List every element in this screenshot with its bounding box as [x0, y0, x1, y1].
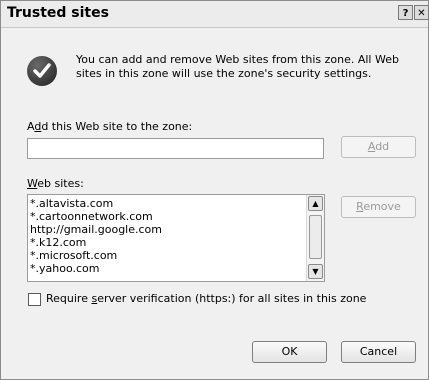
- websites-listbox[interactable]: *.altavista.com *.cartoonnetwork.com htt…: [27, 194, 325, 282]
- websites-label-mnemonic: W: [27, 177, 38, 190]
- websites-label-rest: eb sites:: [37, 177, 84, 190]
- add-button-rest: dd: [375, 140, 390, 153]
- websites-list: *.altavista.com *.cartoonnetwork.com htt…: [30, 197, 302, 275]
- cancel-button[interactable]: Cancel: [341, 341, 416, 363]
- chevron-up-icon: ▲: [312, 199, 319, 208]
- server-verification-label-rest: erver verification (https:) for all site…: [97, 292, 367, 305]
- scroll-down-button[interactable]: ▼: [308, 264, 323, 279]
- close-button[interactable]: ✕: [414, 5, 429, 20]
- list-item[interactable]: *.yahoo.com: [30, 262, 302, 275]
- list-item[interactable]: *.cartoonnetwork.com: [30, 210, 302, 223]
- trusted-sites-dialog: Trusted sites ? ✕ You can add and remove…: [0, 0, 429, 380]
- ok-button[interactable]: OK: [252, 341, 327, 363]
- add-site-label-rest: d this Web site to the zone:: [41, 120, 193, 133]
- server-verification-checkbox[interactable]: [28, 293, 41, 306]
- list-item[interactable]: *.microsoft.com: [30, 249, 302, 262]
- title-bar: Trusted sites ? ✕: [1, 1, 429, 28]
- dialog-title: Trusted sites: [7, 5, 109, 21]
- add-button[interactable]: Add: [341, 136, 416, 158]
- help-icon: ?: [402, 8, 409, 19]
- remove-button-rest: emove: [363, 200, 401, 213]
- help-button[interactable]: ?: [398, 5, 413, 20]
- close-icon: ✕: [417, 8, 426, 19]
- remove-button[interactable]: Remove: [341, 196, 416, 218]
- server-verification-label[interactable]: Require server verification (https:) for…: [46, 292, 366, 305]
- chevron-down-icon: ▼: [312, 267, 319, 276]
- intro-text: You can add and remove Web sites from th…: [76, 53, 399, 80]
- scroll-up-button[interactable]: ▲: [308, 196, 323, 211]
- check-icon: [27, 56, 57, 86]
- list-item[interactable]: *.altavista.com: [30, 197, 302, 210]
- server-verification-label-prefix: Require: [46, 292, 92, 305]
- add-site-label: Add this Web site to the zone:: [27, 120, 192, 133]
- add-site-input[interactable]: [27, 138, 324, 159]
- scrollbar-thumb[interactable]: [309, 215, 322, 259]
- websites-scrollbar[interactable]: ▲ ▼: [306, 195, 324, 281]
- websites-label: Web sites:: [27, 177, 84, 190]
- list-item[interactable]: http://gmail.google.com: [30, 223, 302, 236]
- list-item[interactable]: *.k12.com: [30, 236, 302, 249]
